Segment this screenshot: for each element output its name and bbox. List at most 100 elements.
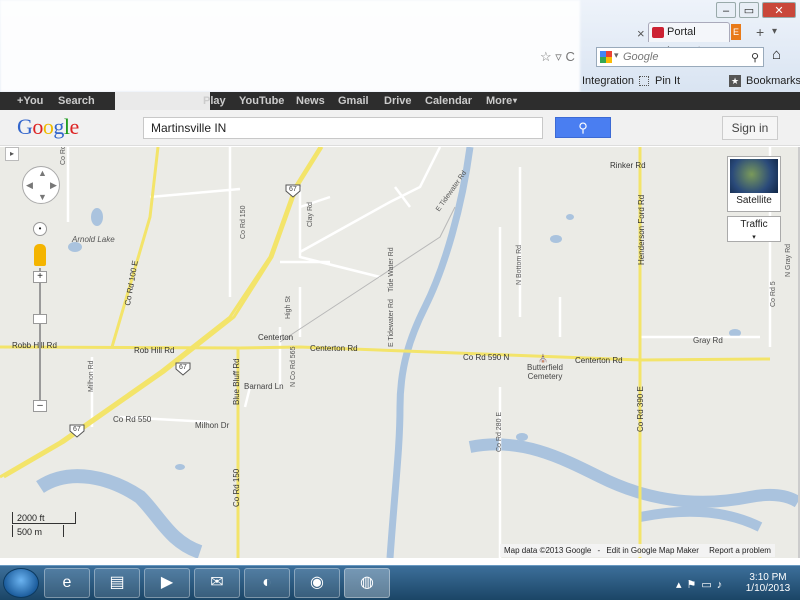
app-icon[interactable]: ◐ [244, 568, 290, 598]
system-tray[interactable]: ▴⚑▭♪ [676, 578, 727, 591]
search-icon[interactable]: ⚲ [751, 49, 759, 67]
label-clay-rd: Clay Rd [307, 202, 314, 227]
gbar-you[interactable]: +You [17, 92, 43, 110]
zoom-track [39, 268, 41, 408]
pan-control[interactable]: ▲ ▼ ◀ ▶ [22, 166, 60, 204]
bookmark-star-icon[interactable]: ☆ [540, 49, 552, 64]
zoom-slider-handle[interactable] [33, 314, 47, 324]
tab-portal-logout[interactable]: Portal Logout [648, 22, 730, 57]
sign-in-button[interactable]: Sign in [722, 116, 778, 140]
label-robb-hill-rd: Robb Hill Rd [12, 341, 57, 350]
gbar-search[interactable]: Search [58, 92, 95, 110]
clock[interactable]: 3:10 PM 1/10/2013 [738, 572, 798, 594]
file-explorer-icon[interactable]: ▤ [94, 568, 140, 598]
gbar-more[interactable]: More [486, 92, 512, 110]
label-co-rd-150-low: Co Rd 150 [232, 468, 241, 507]
media-player-icon[interactable]: ▶ [144, 568, 190, 598]
gbar-drive[interactable]: Drive [384, 92, 412, 110]
traffic-chevron-icon: ▾ [752, 234, 756, 241]
label-co-rd-590n: Co Rd 590 N [463, 353, 510, 362]
zoom-in-button[interactable]: + [33, 271, 47, 283]
outlook-icon[interactable]: ✉ [194, 568, 240, 598]
tab-list-icon[interactable]: ▾ [772, 26, 777, 37]
gbar-youtube[interactable]: YouTube [239, 92, 284, 110]
cemetery-icon: ⛪ [538, 354, 548, 363]
redacted-area [0, 0, 580, 92]
label-n-gray-rd: N Gray Rd [785, 243, 792, 277]
browser-search-box[interactable]: Google ⚲ [596, 47, 764, 67]
new-tab-icon[interactable]: + [756, 24, 764, 40]
close-window-button[interactable]: ✕ [762, 2, 796, 18]
gbar-news[interactable]: News [296, 92, 325, 110]
zoom-out-button[interactable]: – [33, 400, 47, 412]
map-data-credit[interactable]: Map data ©2013 Google [500, 546, 595, 555]
google-logo[interactable]: Google [17, 114, 79, 140]
windows-taskbar: e ▤ ▶ ✉ ◐ ◉ ◍ ▴⚑▭♪ 3:10 PM 1/10/2013 [0, 565, 800, 600]
label-co-rd-390e: Co Rd 390 E [636, 386, 645, 432]
label-centerton-rd: Centerton Rd [310, 344, 358, 353]
pan-up-icon[interactable]: ▲ [38, 168, 47, 178]
tab-extra[interactable]: E [731, 24, 741, 40]
google-engine-icon [600, 51, 612, 63]
engine-dropdown-icon[interactable]: ▾ [614, 50, 619, 61]
map-attribution: Map data ©2013 Google - Edit in Google M… [500, 544, 775, 557]
chrome-icon[interactable]: ◉ [294, 568, 340, 598]
maps-search-input[interactable]: Martinsville IN [143, 117, 543, 139]
scale-metric: 500 m [17, 527, 43, 537]
map-canvas[interactable]: Co Rd Co Rd 100 E Arnold Lake Co Rd 150 … [0, 147, 798, 558]
label-high-st: High St [285, 296, 292, 319]
label-gray-rd: Gray Rd [693, 336, 723, 345]
label-hwy-67-mid: 67 [179, 364, 187, 371]
pan-left-icon[interactable]: ◀ [26, 180, 33, 191]
label-barnard-ln: Barnard Ln [244, 382, 284, 391]
firefox-icon[interactable]: ◍ [344, 568, 390, 598]
location-icon[interactable]: • [33, 222, 47, 236]
label-hwy-67-low: 67 [73, 426, 81, 433]
maximize-button[interactable]: ▭ [739, 2, 759, 18]
edit-in-map-maker-link[interactable]: Edit in Google Map Maker [602, 546, 703, 555]
label-co-rd-150: Co Rd 150 [240, 205, 247, 239]
label-co-rd-e: Co Rd 5 [770, 281, 777, 307]
maps-search-button[interactable]: ⚲ [555, 117, 611, 138]
redacted-bar [115, 92, 210, 110]
co-rd-100-e [110, 147, 160, 348]
label-tide-water-rd: Tide Water Rd [388, 247, 395, 292]
label-hwy-67-top: 67 [289, 186, 297, 193]
reload-icon[interactable]: C [565, 49, 574, 64]
bookmark-pin-it[interactable]: Pin It [655, 72, 680, 90]
satellite-label: Satellite [736, 195, 772, 206]
panel-toggle-icon[interactable]: ▸ [5, 147, 19, 161]
traffic-button[interactable]: Traffic ▾ [727, 216, 781, 242]
pegman-icon[interactable] [34, 244, 46, 266]
minimize-button[interactable]: – [716, 2, 736, 18]
internet-explorer-icon[interactable]: e [44, 568, 90, 598]
close-tab-icon[interactable]: × [637, 26, 645, 41]
traffic-label: Traffic [740, 219, 768, 230]
scale-imperial: 2000 ft [17, 513, 45, 523]
bookmarks-menu[interactable]: Bookmarks [746, 72, 800, 90]
gbar-play[interactable]: Play [203, 92, 226, 110]
label-milhon-dr: Milhon Dr [195, 421, 230, 430]
bookmarks-star-icon: ★ [729, 75, 741, 87]
satellite-button[interactable]: Satellite [727, 156, 781, 212]
google-bar: +You Search Play YouTube News Gmail Driv… [0, 92, 800, 110]
browser-chrome: – ▭ ✕ × Portal Logout E + ▾ ☆ ▿ C Google… [0, 0, 800, 92]
gbar-calendar[interactable]: Calendar [425, 92, 472, 110]
start-button[interactable] [3, 568, 39, 598]
label-n-co-rd-565: N Co Rd 565 [290, 346, 297, 387]
portal-favicon-icon [652, 27, 664, 38]
pan-right-icon[interactable]: ▶ [50, 180, 57, 191]
label-butterfield-cemetery: Butterfield Cemetery [526, 363, 564, 381]
report-problem-link[interactable]: Report a problem [705, 546, 775, 555]
bookmark-integration[interactable]: Integration [582, 72, 634, 90]
label-henderson-ford-rd: Henderson Ford Rd [637, 194, 646, 265]
clock-time: 3:10 PM [749, 572, 787, 583]
home-icon[interactable]: ⌂ [772, 46, 781, 63]
history-dropdown-icon[interactable]: ▿ [555, 49, 562, 64]
search-placeholder: Google [623, 51, 659, 63]
search-icon: ⚲ [578, 120, 588, 135]
pan-down-icon[interactable]: ▼ [38, 192, 47, 202]
label-co-rd-top: Co Rd [60, 147, 67, 165]
gbar-gmail[interactable]: Gmail [338, 92, 369, 110]
label-milhon-rd: Milhon Rd [88, 360, 95, 392]
